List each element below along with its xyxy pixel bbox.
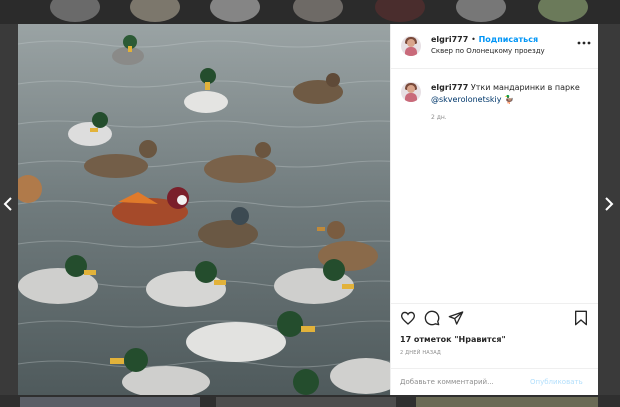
comment-input[interactable]: Добавьте комментарий... (400, 378, 494, 386)
post-date: 2 ДНЕЙ НАЗАД (400, 350, 442, 356)
caption-text: Утки мандаринки в парке (470, 83, 580, 92)
caption-mention-link[interactable]: @skverolonetskiy (431, 95, 501, 104)
share-icon (448, 311, 464, 325)
background-thumbnail (538, 0, 588, 22)
publish-button[interactable]: Опубликовать (530, 378, 583, 386)
more-options-icon (577, 41, 591, 45)
background-thumbnail (293, 0, 343, 22)
comment-form: Добавьте комментарий... Опубликовать (391, 368, 598, 395)
background-feed-bottom (0, 395, 620, 407)
chevron-left-icon (3, 197, 12, 211)
caption-timestamp: 2 дн. (431, 114, 447, 121)
ducks-photo (18, 24, 390, 395)
background-thumbnail (416, 397, 598, 407)
post-side-panel: elgri777 • Подписаться Сквер по Олонецко… (390, 24, 598, 395)
avatar[interactable] (401, 82, 421, 102)
save-button[interactable] (574, 310, 588, 330)
duck-emoji: 🦆 (504, 95, 514, 104)
heart-icon (401, 311, 415, 325)
likes-count[interactable]: 17 отметок "Нравится" (400, 335, 506, 344)
post-caption: elgri777 Утки мандаринки в парке @skvero… (431, 82, 591, 106)
background-thumbnail (210, 0, 260, 22)
background-thumbnail (456, 0, 506, 22)
username-link[interactable]: elgri777 (431, 35, 468, 44)
background-feed-strip (0, 0, 620, 24)
bookmark-icon (575, 310, 587, 326)
next-post-button[interactable] (603, 196, 615, 215)
background-thumbnail (20, 397, 200, 407)
post-header: elgri777 • Подписаться Сквер по Олонецко… (391, 24, 598, 69)
caption-username[interactable]: elgri777 (431, 83, 468, 92)
location-link[interactable]: Сквер по Олонецкому проезду (431, 47, 545, 55)
comment-icon (424, 310, 440, 326)
post-modal: elgri777 • Подписаться Сквер по Олонецко… (18, 24, 598, 395)
background-thumbnail (130, 0, 180, 22)
background-thumbnail (50, 0, 100, 22)
chevron-right-icon (605, 197, 614, 211)
like-button[interactable] (400, 310, 416, 330)
comment-button[interactable] (424, 310, 440, 330)
more-options-button[interactable] (577, 37, 591, 48)
follow-button[interactable]: Подписаться (479, 35, 539, 44)
separator-dot: • (471, 35, 476, 44)
share-button[interactable] (448, 310, 464, 330)
previous-post-button[interactable] (2, 196, 14, 215)
background-thumbnail (216, 397, 396, 407)
post-actions: 17 отметок "Нравится" 2 ДНЕЙ НАЗАД Добав… (391, 303, 598, 395)
background-thumbnail (375, 0, 425, 22)
avatar[interactable] (401, 36, 421, 56)
post-author: elgri777 • Подписаться (431, 35, 538, 44)
post-photo[interactable] (18, 24, 390, 395)
